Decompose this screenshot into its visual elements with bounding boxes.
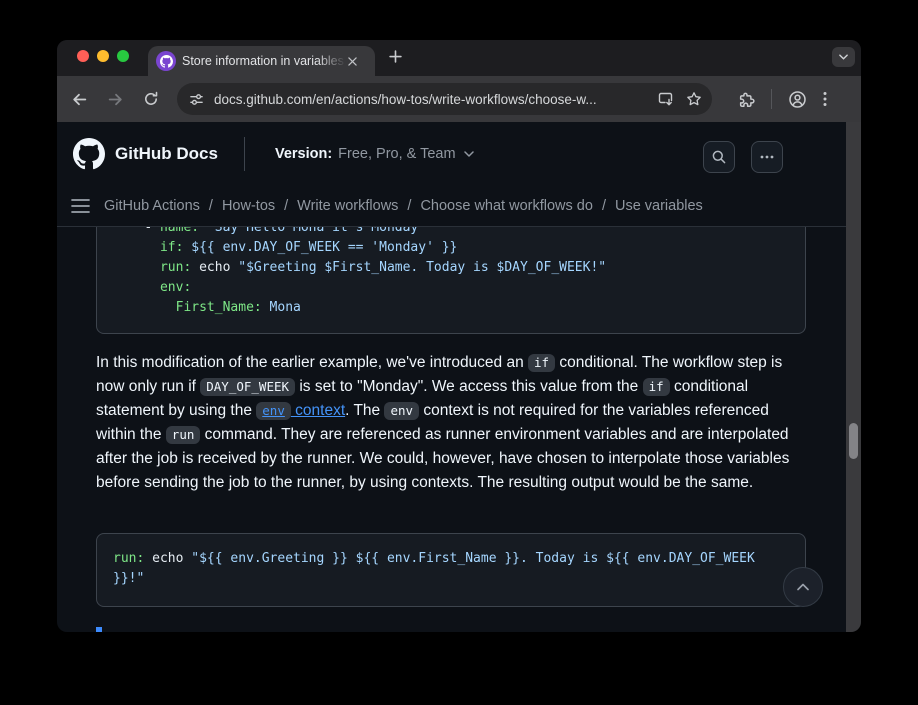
breadcrumb-item[interactable]: How-tos	[222, 198, 275, 214]
paragraph-text: In this modification of the earlier exam…	[96, 354, 528, 371]
breadcrumb-item[interactable]: GitHub Actions	[104, 198, 200, 214]
site-header: GitHub Docs Version: Free, Pro, & Team	[57, 122, 861, 185]
bookmark-star-icon[interactable]	[686, 91, 702, 107]
github-logo-icon[interactable]	[73, 138, 105, 170]
inline-code: run	[166, 426, 201, 444]
breadcrumb-separator: /	[209, 198, 213, 214]
tab-close-icon[interactable]	[348, 57, 357, 66]
paragraph: In this modification of the earlier exam…	[96, 351, 809, 495]
inline-code: if	[643, 378, 670, 396]
version-chevron-down-icon[interactable]	[464, 151, 474, 157]
scroll-to-top-button[interactable]	[783, 567, 823, 607]
new-tab-button[interactable]	[389, 50, 402, 63]
site-settings-icon[interactable]	[189, 92, 204, 107]
tab-search-chevron-icon[interactable]	[832, 47, 855, 67]
forward-icon[interactable]	[101, 85, 129, 113]
clipped-content-fragment	[96, 627, 102, 632]
install-page-icon[interactable]	[657, 91, 674, 107]
paragraph-text: is set to "Monday". We access this value…	[295, 378, 643, 395]
paragraph-text: . The	[345, 402, 384, 419]
tab-strip: Store information in variables	[57, 40, 861, 76]
toolbar-divider	[771, 89, 772, 109]
env-context-link-code[interactable]: env	[256, 402, 291, 420]
breadcrumb-bar: GitHub Actions / How-tos / Write workflows / C…	[57, 185, 861, 227]
version-value: Free, Pro, & Team	[338, 146, 455, 162]
code-line: First_Name: Mona	[113, 298, 789, 318]
window-minimize-button[interactable]	[97, 50, 109, 62]
paragraph-text: command. They are referenced as runner e…	[96, 426, 789, 491]
browser-window: Store information in variables	[57, 40, 861, 632]
window-close-button[interactable]	[77, 50, 89, 62]
header-divider	[244, 137, 245, 171]
breadcrumb-separator: /	[602, 198, 606, 214]
yaml-code-content: - name: "Say Hello Mona it's Monday" if:…	[97, 227, 805, 334]
sidebar-menu-hamburger-icon[interactable]	[71, 199, 90, 213]
page-scrollbar-thumb[interactable]	[849, 423, 858, 459]
code-line: run: echo "$Greeting $First_Name. Today …	[113, 258, 789, 278]
breadcrumb: GitHub Actions / How-tos / Write workflows / C…	[104, 198, 703, 214]
extensions-puzzle-icon[interactable]	[738, 91, 755, 108]
window-zoom-button[interactable]	[117, 50, 129, 62]
inline-code: env	[384, 402, 419, 420]
browser-tab[interactable]: Store information in variables	[148, 46, 375, 76]
url-text[interactable]: docs.github.com/en/actions/how-tos/write…	[214, 92, 645, 107]
reload-icon[interactable]	[137, 85, 165, 113]
run-echo-code-block: run: echo "${{ env.Greeting }} ${{ env.F…	[96, 533, 806, 607]
github-favicon-icon	[156, 51, 176, 71]
code-line: env:	[113, 278, 789, 298]
profile-icon[interactable]	[788, 90, 807, 109]
breadcrumb-separator: /	[407, 198, 411, 214]
search-button[interactable]	[703, 141, 735, 173]
more-options-button[interactable]	[751, 141, 783, 173]
back-icon[interactable]	[65, 85, 93, 113]
breadcrumb-item[interactable]: Use variables	[615, 198, 703, 214]
run-echo-code-content: run: echo "${{ env.Greeting }} ${{ env.F…	[97, 534, 805, 604]
version-picker[interactable]: Version: Free, Pro, & Team	[275, 146, 456, 162]
breadcrumb-item[interactable]: Choose what workflows do	[420, 198, 592, 214]
header-actions	[687, 141, 783, 173]
browser-menu-kebab-icon[interactable]	[823, 91, 827, 107]
breadcrumb-item[interactable]: Write workflows	[297, 198, 398, 214]
code-line: if: ${{ env.DAY_OF_WEEK == 'Monday' }}	[113, 238, 789, 258]
inline-code: if	[528, 354, 555, 372]
tab-title: Store information in variables	[182, 54, 346, 68]
page-scrollbar-track[interactable]	[846, 122, 861, 632]
yaml-code-block: - name: "Say Hello Mona it's Monday" if:…	[96, 227, 806, 334]
breadcrumb-separator: /	[284, 198, 288, 214]
code-line: run: echo "${{ env.Greeting }} ${{ env.F…	[113, 549, 789, 589]
env-context-link[interactable]: context	[291, 402, 345, 419]
version-label: Version:	[275, 146, 332, 162]
browser-toolbar: docs.github.com/en/actions/how-tos/write…	[57, 76, 861, 122]
code-line: - name: "Say Hello Mona it's Monday"	[113, 227, 789, 238]
inline-code: DAY_OF_WEEK	[200, 378, 295, 396]
site-brand[interactable]: GitHub Docs	[115, 144, 218, 164]
desktop-background: Store information in variables	[0, 0, 918, 705]
toolbar-right-cluster	[728, 89, 827, 109]
address-bar[interactable]: docs.github.com/en/actions/how-tos/write…	[177, 83, 712, 115]
